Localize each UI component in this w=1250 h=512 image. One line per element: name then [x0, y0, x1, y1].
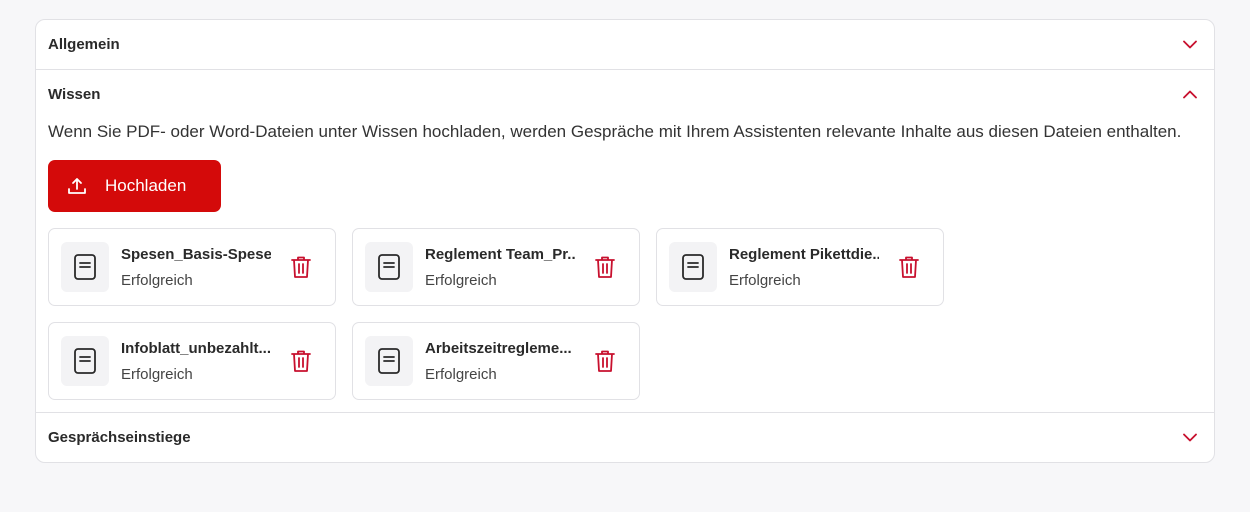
file-info: Reglement Team_Pr... Erfolgreich: [425, 246, 575, 289]
file-status: Erfolgreich: [729, 271, 801, 289]
knowledge-description: Wenn Sie PDF- oder Word-Dateien unter Wi…: [48, 122, 1182, 141]
upload-icon: [67, 176, 87, 196]
upload-button-label: Hochladen: [105, 176, 187, 195]
chevron-down-icon: [1182, 430, 1198, 446]
document-icon: [669, 242, 717, 292]
section-knowledge-title: Wissen: [48, 86, 101, 103]
file-status: Erfolgreich: [425, 271, 497, 289]
file-list: Spesen_Basis-Spese... Erfolgreich Reglem…: [48, 228, 1202, 400]
file-name: Infoblatt_unbezahlt...: [121, 339, 271, 357]
document-icon: [365, 336, 413, 386]
file-card: Spesen_Basis-Spese... Erfolgreich: [48, 228, 336, 306]
trash-icon[interactable]: [291, 256, 313, 278]
trash-icon[interactable]: [595, 350, 617, 372]
document-icon: [61, 336, 109, 386]
document-icon: [365, 242, 413, 292]
section-knowledge: Wissen Wenn Sie PDF- oder Word-Dateien u…: [36, 69, 1214, 412]
file-card: Infoblatt_unbezahlt... Erfolgreich: [48, 322, 336, 400]
trash-icon[interactable]: [291, 350, 313, 372]
section-general: Allgemein: [36, 20, 1214, 69]
file-status: Erfolgreich: [425, 365, 497, 383]
file-card: Arbeitszeitregleme... Erfolgreich: [352, 322, 640, 400]
file-card: Reglement Pikettdie... Erfolgreich: [656, 228, 944, 306]
file-info: Infoblatt_unbezahlt... Erfolgreich: [121, 340, 271, 383]
file-name: Reglement Team_Pr...: [425, 245, 575, 263]
file-info: Arbeitszeitregleme... Erfolgreich: [425, 340, 575, 383]
section-general-header[interactable]: Allgemein: [36, 20, 1214, 69]
section-conversation-starters-title: Gesprächseinstiege: [48, 429, 191, 446]
file-status: Erfolgreich: [121, 365, 193, 383]
section-conversation-starters: Gesprächseinstiege: [36, 412, 1214, 462]
file-name: Spesen_Basis-Spese...: [121, 245, 271, 263]
chevron-down-icon: [1182, 37, 1198, 53]
section-conversation-starters-header[interactable]: Gesprächseinstiege: [36, 413, 1214, 462]
upload-button[interactable]: Hochladen: [48, 160, 221, 212]
trash-icon[interactable]: [899, 256, 921, 278]
section-knowledge-header[interactable]: Wissen: [36, 70, 1214, 119]
file-name: Arbeitszeitregleme...: [425, 339, 572, 357]
settings-accordion: Allgemein Wissen Wenn Sie PDF- oder Word…: [35, 19, 1215, 463]
file-info: Spesen_Basis-Spese... Erfolgreich: [121, 246, 271, 289]
section-knowledge-body: Wenn Sie PDF- oder Word-Dateien unter Wi…: [36, 121, 1214, 412]
file-card: Reglement Team_Pr... Erfolgreich: [352, 228, 640, 306]
file-status: Erfolgreich: [121, 271, 193, 289]
file-info: Reglement Pikettdie... Erfolgreich: [729, 246, 879, 289]
file-name: Reglement Pikettdie...: [729, 245, 879, 263]
trash-icon[interactable]: [595, 256, 617, 278]
chevron-up-icon: [1182, 87, 1198, 103]
section-general-title: Allgemein: [48, 36, 120, 53]
document-icon: [61, 242, 109, 292]
